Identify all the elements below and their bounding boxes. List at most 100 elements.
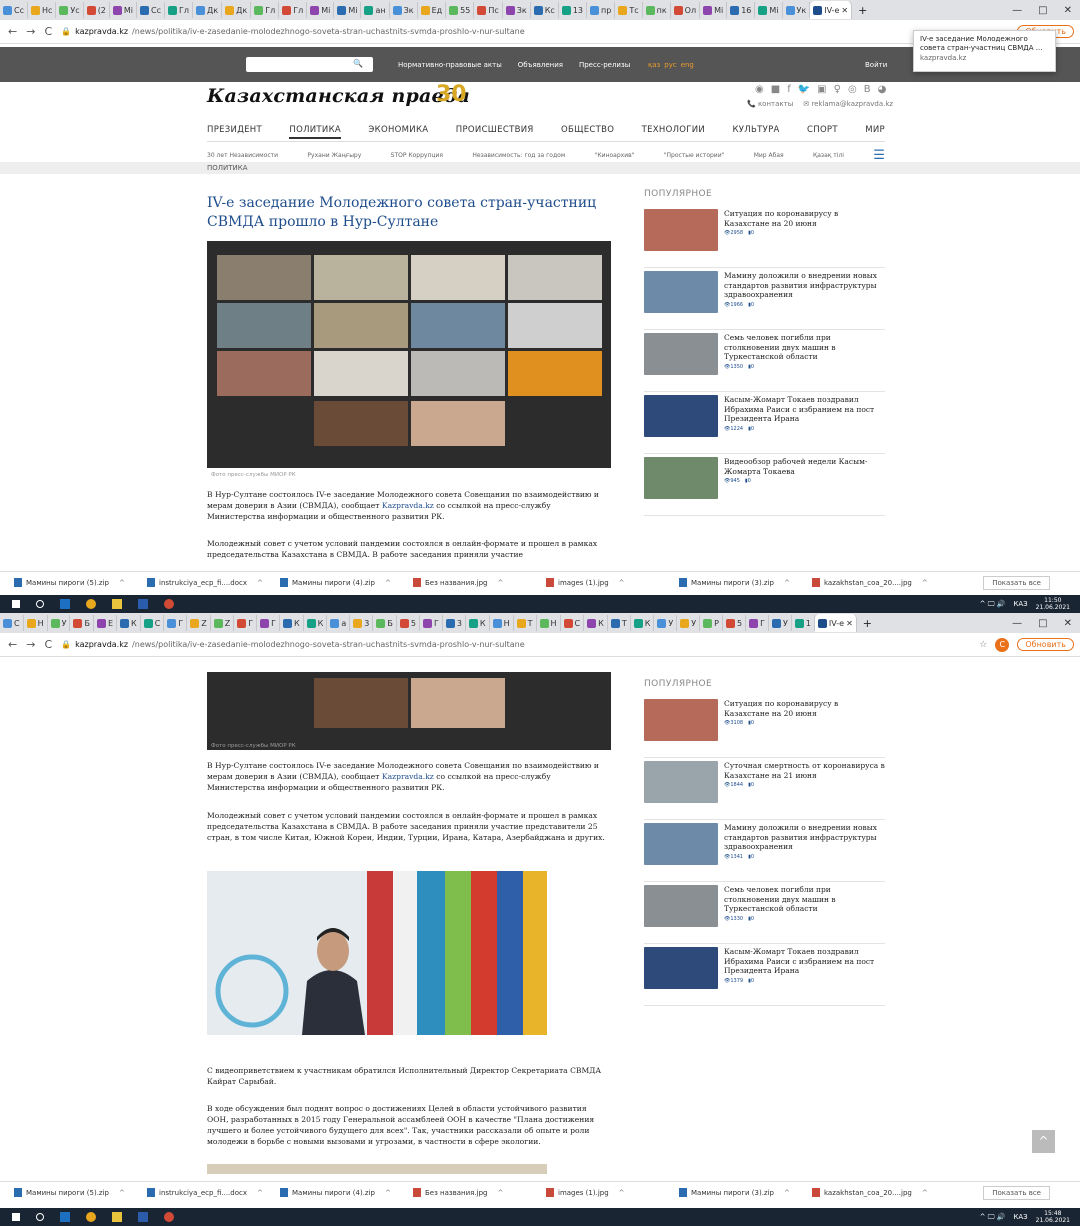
input-language[interactable]: КАЗ	[1013, 1213, 1027, 1221]
browser-tab[interactable]: 5	[397, 615, 420, 631]
browser-tab[interactable]: Г	[746, 615, 769, 631]
popular-thumbnail[interactable]	[644, 699, 718, 741]
browser-tab[interactable]: 5	[723, 615, 747, 631]
popular-item-title[interactable]: Видеообзор рабочей недели Касым-Жомарта …	[724, 457, 885, 476]
tab-close-icon[interactable]: ✕	[841, 6, 848, 15]
browser-tab[interactable]: 3	[350, 615, 374, 631]
outlook-icon[interactable]	[60, 1212, 70, 1222]
download-item[interactable]: Без названия.jpg ^	[399, 1188, 532, 1197]
browser-tab[interactable]: Кс	[531, 2, 559, 18]
browser-tab[interactable]: Зк	[390, 2, 418, 18]
nav-item-4[interactable]: ПРОИСШЕСТВИЯ	[456, 125, 534, 139]
clock[interactable]: 15:48 21.06.2021	[1036, 1210, 1070, 1224]
browser-tab[interactable]: Пс	[474, 2, 503, 18]
profile-avatar[interactable]: С	[995, 637, 1010, 652]
back-icon[interactable]: ←	[8, 638, 17, 651]
browser-tab[interactable]: а	[327, 615, 351, 631]
browser-tab[interactable]: К	[584, 615, 608, 631]
tab-close-icon[interactable]: ✕	[846, 619, 853, 628]
show-all-downloads-button[interactable]: Показать все	[983, 1185, 1050, 1200]
browser-tab[interactable]: 13	[559, 2, 587, 18]
browser-tab[interactable]: У	[769, 615, 792, 631]
popular-item[interactable]: Касым-Жомарт Токаев поздравил Ибрахима Р…	[644, 392, 885, 454]
download-item[interactable]: Мамины пироги (3).zip ^	[665, 578, 798, 587]
download-item[interactable]: instrukciya_ecp_fi....docx ^	[133, 1188, 266, 1197]
chevron-up-icon[interactable]: ^	[497, 1189, 503, 1197]
windows-start-icon[interactable]	[12, 1213, 20, 1221]
outlook-icon[interactable]	[60, 599, 70, 609]
browser-tab[interactable]: Зк	[503, 2, 531, 18]
popular-thumbnail[interactable]	[644, 823, 718, 865]
browser-tab[interactable]: Б	[373, 615, 397, 631]
nav-item-1[interactable]: ПРЕЗИДЕНТ	[207, 125, 262, 139]
browser-tab[interactable]: К	[466, 615, 490, 631]
search-icon[interactable]: 🔍	[353, 59, 363, 68]
browser-tab[interactable]: Н	[537, 615, 561, 631]
lang-switch-рус[interactable]: рус	[664, 61, 676, 69]
subnav-item[interactable]: "Киноархив"	[595, 152, 635, 159]
minimize-button[interactable]: —	[1012, 618, 1022, 629]
maximize-button[interactable]: □	[1038, 618, 1047, 629]
chrome-icon[interactable]	[86, 599, 96, 609]
popular-item-title[interactable]: Семь человек погибли при столкновении дв…	[724, 333, 885, 362]
browser-tab[interactable]: 3	[443, 615, 466, 631]
chevron-up-icon[interactable]: ^	[385, 1189, 391, 1197]
url-field[interactable]: 🔒 kazpravda.kz/news/politika/iv-e-zasedan…	[61, 640, 525, 649]
word-icon[interactable]	[138, 599, 148, 609]
kazpravda-link[interactable]: Kazpravda.kz	[382, 501, 434, 510]
download-item[interactable]: images (1).jpg ^	[532, 578, 665, 587]
popular-thumbnail[interactable]	[644, 885, 718, 927]
blog-icon[interactable]: B	[864, 84, 871, 95]
tray-icons[interactable]: ^ 🖵 🔊	[980, 1213, 1006, 1222]
popular-thumbnail[interactable]	[644, 947, 718, 989]
browser-tab[interactable]: С	[561, 615, 585, 631]
popular-thumbnail[interactable]	[644, 395, 718, 437]
subnav-item[interactable]: Независимость: год за годом	[472, 152, 565, 159]
browser-tab[interactable]: 1	[792, 615, 815, 631]
chevron-up-icon[interactable]: ^	[385, 579, 391, 587]
clock[interactable]: 11:50 21.06.2021	[1036, 597, 1070, 611]
popular-item[interactable]: Касым-Жомарт Токаев поздравил Ибрахима Р…	[644, 944, 885, 1006]
chrome-icon[interactable]	[86, 1212, 96, 1222]
browser-tab[interactable]: Т	[514, 615, 537, 631]
subnav-item[interactable]: Мир Абая	[754, 152, 784, 159]
nav-item-9[interactable]: МИР	[865, 125, 885, 139]
browser-tab[interactable]: Тс	[615, 2, 643, 18]
site-search-input[interactable]: 🔍	[246, 57, 373, 72]
youtube-icon[interactable]: ■	[771, 84, 780, 95]
popular-item-title[interactable]: Касым-Жомарт Токаев поздравил Ибрахима Р…	[724, 395, 885, 424]
browser-tab[interactable]: Мі	[110, 2, 138, 18]
popular-item[interactable]: Ситуация по коронавирусу в Казахстане на…	[644, 696, 885, 758]
browser-tab[interactable]: Мі	[700, 2, 728, 18]
rubric-bar[interactable]: ПОЛИТИКА	[0, 162, 1080, 174]
chevron-up-icon[interactable]: ^	[784, 579, 790, 587]
nav-item-8[interactable]: СПОРТ	[807, 125, 838, 139]
subnav-item[interactable]: Рухани Жаңғыру	[307, 152, 361, 159]
browser-tab[interactable]: Ед	[418, 2, 447, 18]
popular-item[interactable]: Семь человек погибли при столкновении дв…	[644, 882, 885, 944]
browser-tab[interactable]: У	[677, 615, 701, 631]
chrome-icon-active[interactable]	[164, 599, 174, 609]
browser-tab[interactable]: С	[0, 615, 24, 631]
minimize-button[interactable]: —	[1012, 5, 1022, 16]
chevron-up-icon[interactable]: ^	[784, 1189, 790, 1197]
chrome-icon-active[interactable]	[164, 1212, 174, 1222]
browser-tab[interactable]: Т	[608, 615, 631, 631]
popular-thumbnail[interactable]	[644, 761, 718, 803]
subnav-item[interactable]: Қазақ тілі	[813, 152, 844, 159]
subnav-item[interactable]: 30 лет Независимости	[207, 152, 278, 159]
update-button[interactable]: Обновить	[1017, 638, 1074, 651]
search-icon[interactable]	[36, 600, 44, 608]
popular-thumbnail[interactable]	[644, 457, 718, 499]
windows-start-icon[interactable]	[12, 600, 20, 608]
chevron-up-icon[interactable]: ^	[922, 1189, 928, 1197]
browser-tab[interactable]: Гл	[165, 2, 194, 18]
search-icon[interactable]	[36, 1213, 44, 1221]
browser-tab[interactable]: Мі	[755, 2, 783, 18]
rss-icon[interactable]: ◕	[878, 84, 887, 95]
popular-item-title[interactable]: Касым-Жомарт Токаев поздравил Ибрахима Р…	[724, 947, 885, 976]
download-item[interactable]: Без названия.jpg ^	[399, 578, 532, 587]
popular-item-title[interactable]: Мамину доложили о внедрении новых станда…	[724, 271, 885, 300]
close-button[interactable]: ✕	[1064, 5, 1072, 16]
popular-item-title[interactable]: Ситуация по коронавирусу в Казахстане на…	[724, 209, 885, 228]
